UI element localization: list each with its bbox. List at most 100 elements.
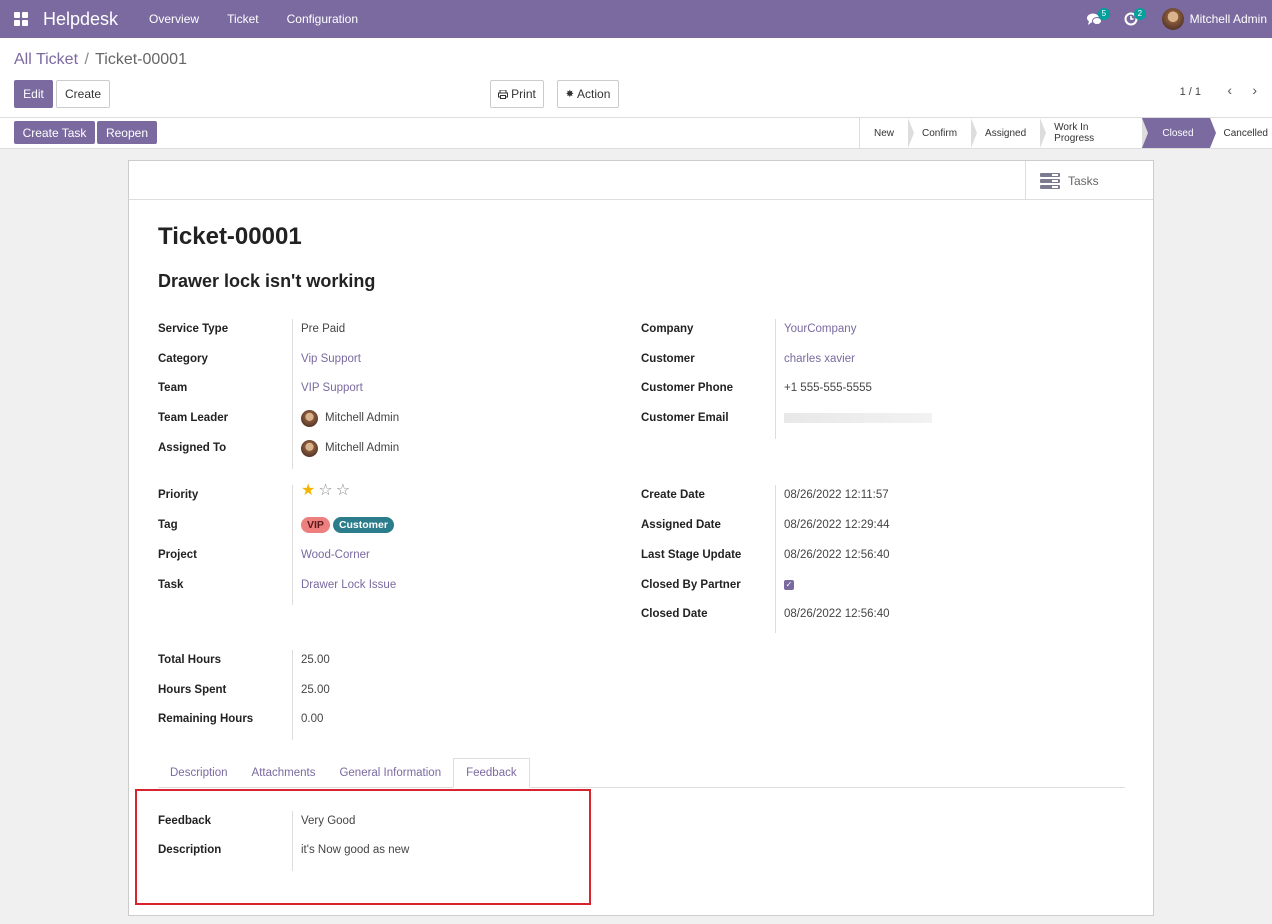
menu-item-configuration[interactable]: Configuration — [273, 12, 372, 26]
task-link[interactable]: Drawer Lock Issue — [301, 579, 396, 591]
tab-feedback[interactable]: Feedback — [453, 758, 530, 788]
tags-value: VIP Customer — [301, 517, 397, 533]
total-hours-value[interactable]: 25.00 — [301, 654, 330, 666]
field-label: Priority — [158, 489, 199, 501]
priority-widget: ★ ☆ ☆ — [301, 483, 353, 499]
breadcrumb-separator: / — [84, 51, 89, 68]
customer-email-value[interactable] — [784, 413, 932, 423]
redacted-email — [784, 413, 932, 423]
company-link[interactable]: YourCompany — [784, 323, 856, 335]
breadcrumb: All Ticket / Ticket-00001 — [14, 51, 187, 69]
highlight-annotation — [135, 789, 591, 905]
action-button-label: Action — [577, 87, 611, 101]
field-label: Closed Date — [641, 608, 708, 620]
divider — [775, 319, 776, 439]
customer-phone-value[interactable]: +1 555-555-5555 — [784, 382, 872, 394]
last-stage-update-value[interactable]: 08/26/2022 12:56:40 — [784, 549, 890, 561]
print-button-label: Print — [511, 87, 536, 101]
field-label: Service Type — [158, 323, 229, 335]
field-label: Assigned Date — [641, 519, 721, 531]
gear-icon: ✸ — [565, 88, 575, 100]
apps-menu-icon[interactable] — [14, 12, 30, 26]
reopen-button[interactable]: Reopen — [97, 121, 157, 144]
tab-attachments[interactable]: Attachments — [240, 758, 328, 788]
tasks-smart-button[interactable]: Tasks — [1025, 161, 1153, 200]
assigned-to-name: Mitchell Admin — [325, 442, 400, 454]
divider — [292, 650, 293, 740]
create-button[interactable]: Create — [56, 80, 110, 108]
form-sheet: Tasks Ticket-00001 Drawer lock isn't wor… — [128, 160, 1154, 916]
customer-info-group: Company YourCompany Customer charles xav… — [641, 319, 1101, 439]
menu-item-ticket[interactable]: Ticket — [213, 12, 273, 26]
priority-star-filled-icon[interactable]: ★ — [301, 483, 315, 499]
stage-cancelled[interactable]: Cancelled — [1210, 118, 1272, 148]
breadcrumb-all-ticket[interactable]: All Ticket — [14, 51, 78, 68]
user-avatar[interactable] — [1161, 8, 1184, 30]
closed-by-partner-value: ✓ — [784, 580, 794, 590]
divider — [292, 485, 293, 605]
tab-description[interactable]: Description — [158, 758, 240, 788]
breadcrumb-current: Ticket-00001 — [95, 51, 187, 68]
activity-menu[interactable]: 2 — [1116, 0, 1147, 38]
field-label: Assigned To — [158, 442, 227, 454]
ticket-subject[interactable]: Drawer lock isn't working — [158, 271, 375, 292]
field-label: Company — [641, 323, 694, 335]
priority-star-empty-icon[interactable]: ☆ — [318, 483, 332, 499]
tasks-icon — [1040, 172, 1060, 189]
field-label: Tag — [158, 519, 178, 531]
stage-work-in-progress[interactable]: Work In Progress — [1040, 118, 1149, 148]
team-link[interactable]: VIP Support — [301, 382, 363, 394]
print-button[interactable]: Print — [490, 80, 544, 108]
pager-value[interactable]: 1 / 1 — [1180, 86, 1201, 98]
field-label: Task — [158, 579, 184, 591]
avatar — [301, 409, 318, 427]
action-button[interactable]: ✸ Action — [557, 80, 619, 108]
smart-button-box: Tasks — [129, 161, 1153, 200]
create-date-value[interactable]: 08/26/2022 12:11:57 — [784, 489, 889, 501]
category-link[interactable]: Vip Support — [301, 353, 361, 365]
field-label: Remaining Hours — [158, 713, 254, 725]
project-link[interactable]: Wood-Corner — [301, 549, 370, 561]
remaining-hours-value[interactable]: 0.00 — [301, 713, 323, 725]
app-brand[interactable]: Helpdesk — [43, 9, 118, 30]
hours-spent-value[interactable]: 25.00 — [301, 684, 330, 696]
main-menu: Overview Ticket Configuration — [135, 12, 372, 26]
field-label: Total Hours — [158, 654, 222, 666]
closed-date-value[interactable]: 08/26/2022 12:56:40 — [784, 608, 890, 620]
create-task-button[interactable]: Create Task — [14, 121, 95, 144]
edit-button[interactable]: Edit — [14, 80, 53, 108]
service-type-value[interactable]: Pre Paid — [301, 323, 345, 335]
pager-next-icon[interactable]: › — [1252, 82, 1257, 98]
stage-new[interactable]: New — [860, 118, 915, 148]
tag-badge-vip[interactable]: VIP — [301, 517, 330, 533]
tag-badge-customer[interactable]: Customer — [332, 517, 394, 533]
user-menu-name[interactable]: Mitchell Admin — [1190, 12, 1267, 26]
messaging-menu[interactable]: 5 — [1080, 0, 1111, 38]
assigned-date-value[interactable]: 08/26/2022 12:29:44 — [784, 519, 890, 531]
stage-confirm[interactable]: Confirm — [908, 118, 978, 148]
divider — [292, 319, 293, 469]
avatar — [301, 439, 318, 457]
pager-previous-icon[interactable]: ‹ — [1227, 82, 1232, 98]
assigned-to-value[interactable]: Mitchell Admin — [301, 439, 400, 457]
field-label: Project — [158, 549, 197, 561]
field-label: Hours Spent — [158, 684, 227, 696]
stage-assigned[interactable]: Assigned — [971, 118, 1047, 148]
stage-pipeline: New Confirm Assigned Work In Progress Cl… — [859, 118, 1272, 148]
field-label: Customer Phone — [641, 382, 734, 394]
ticket-number: Ticket-00001 — [158, 223, 302, 250]
field-label: Closed By Partner — [641, 579, 741, 591]
tab-general-information[interactable]: General Information — [327, 758, 453, 788]
customer-link[interactable]: charles xavier — [784, 353, 855, 365]
closed-by-partner-checkbox[interactable]: ✓ — [784, 580, 794, 590]
dates-group: Create Date 08/26/2022 12:11:57 Assigned… — [641, 485, 1101, 633]
field-label: Category — [158, 353, 208, 365]
team-leader-value[interactable]: Mitchell Admin — [301, 409, 399, 427]
priority-star-empty-icon[interactable]: ☆ — [336, 483, 350, 499]
stage-closed[interactable]: Closed — [1142, 118, 1216, 148]
field-label: Customer — [641, 353, 695, 365]
field-label: Team Leader — [158, 412, 229, 424]
messages-count-badge: 5 — [1097, 8, 1111, 20]
menu-item-overview[interactable]: Overview — [135, 12, 213, 26]
printer-icon — [498, 89, 509, 99]
